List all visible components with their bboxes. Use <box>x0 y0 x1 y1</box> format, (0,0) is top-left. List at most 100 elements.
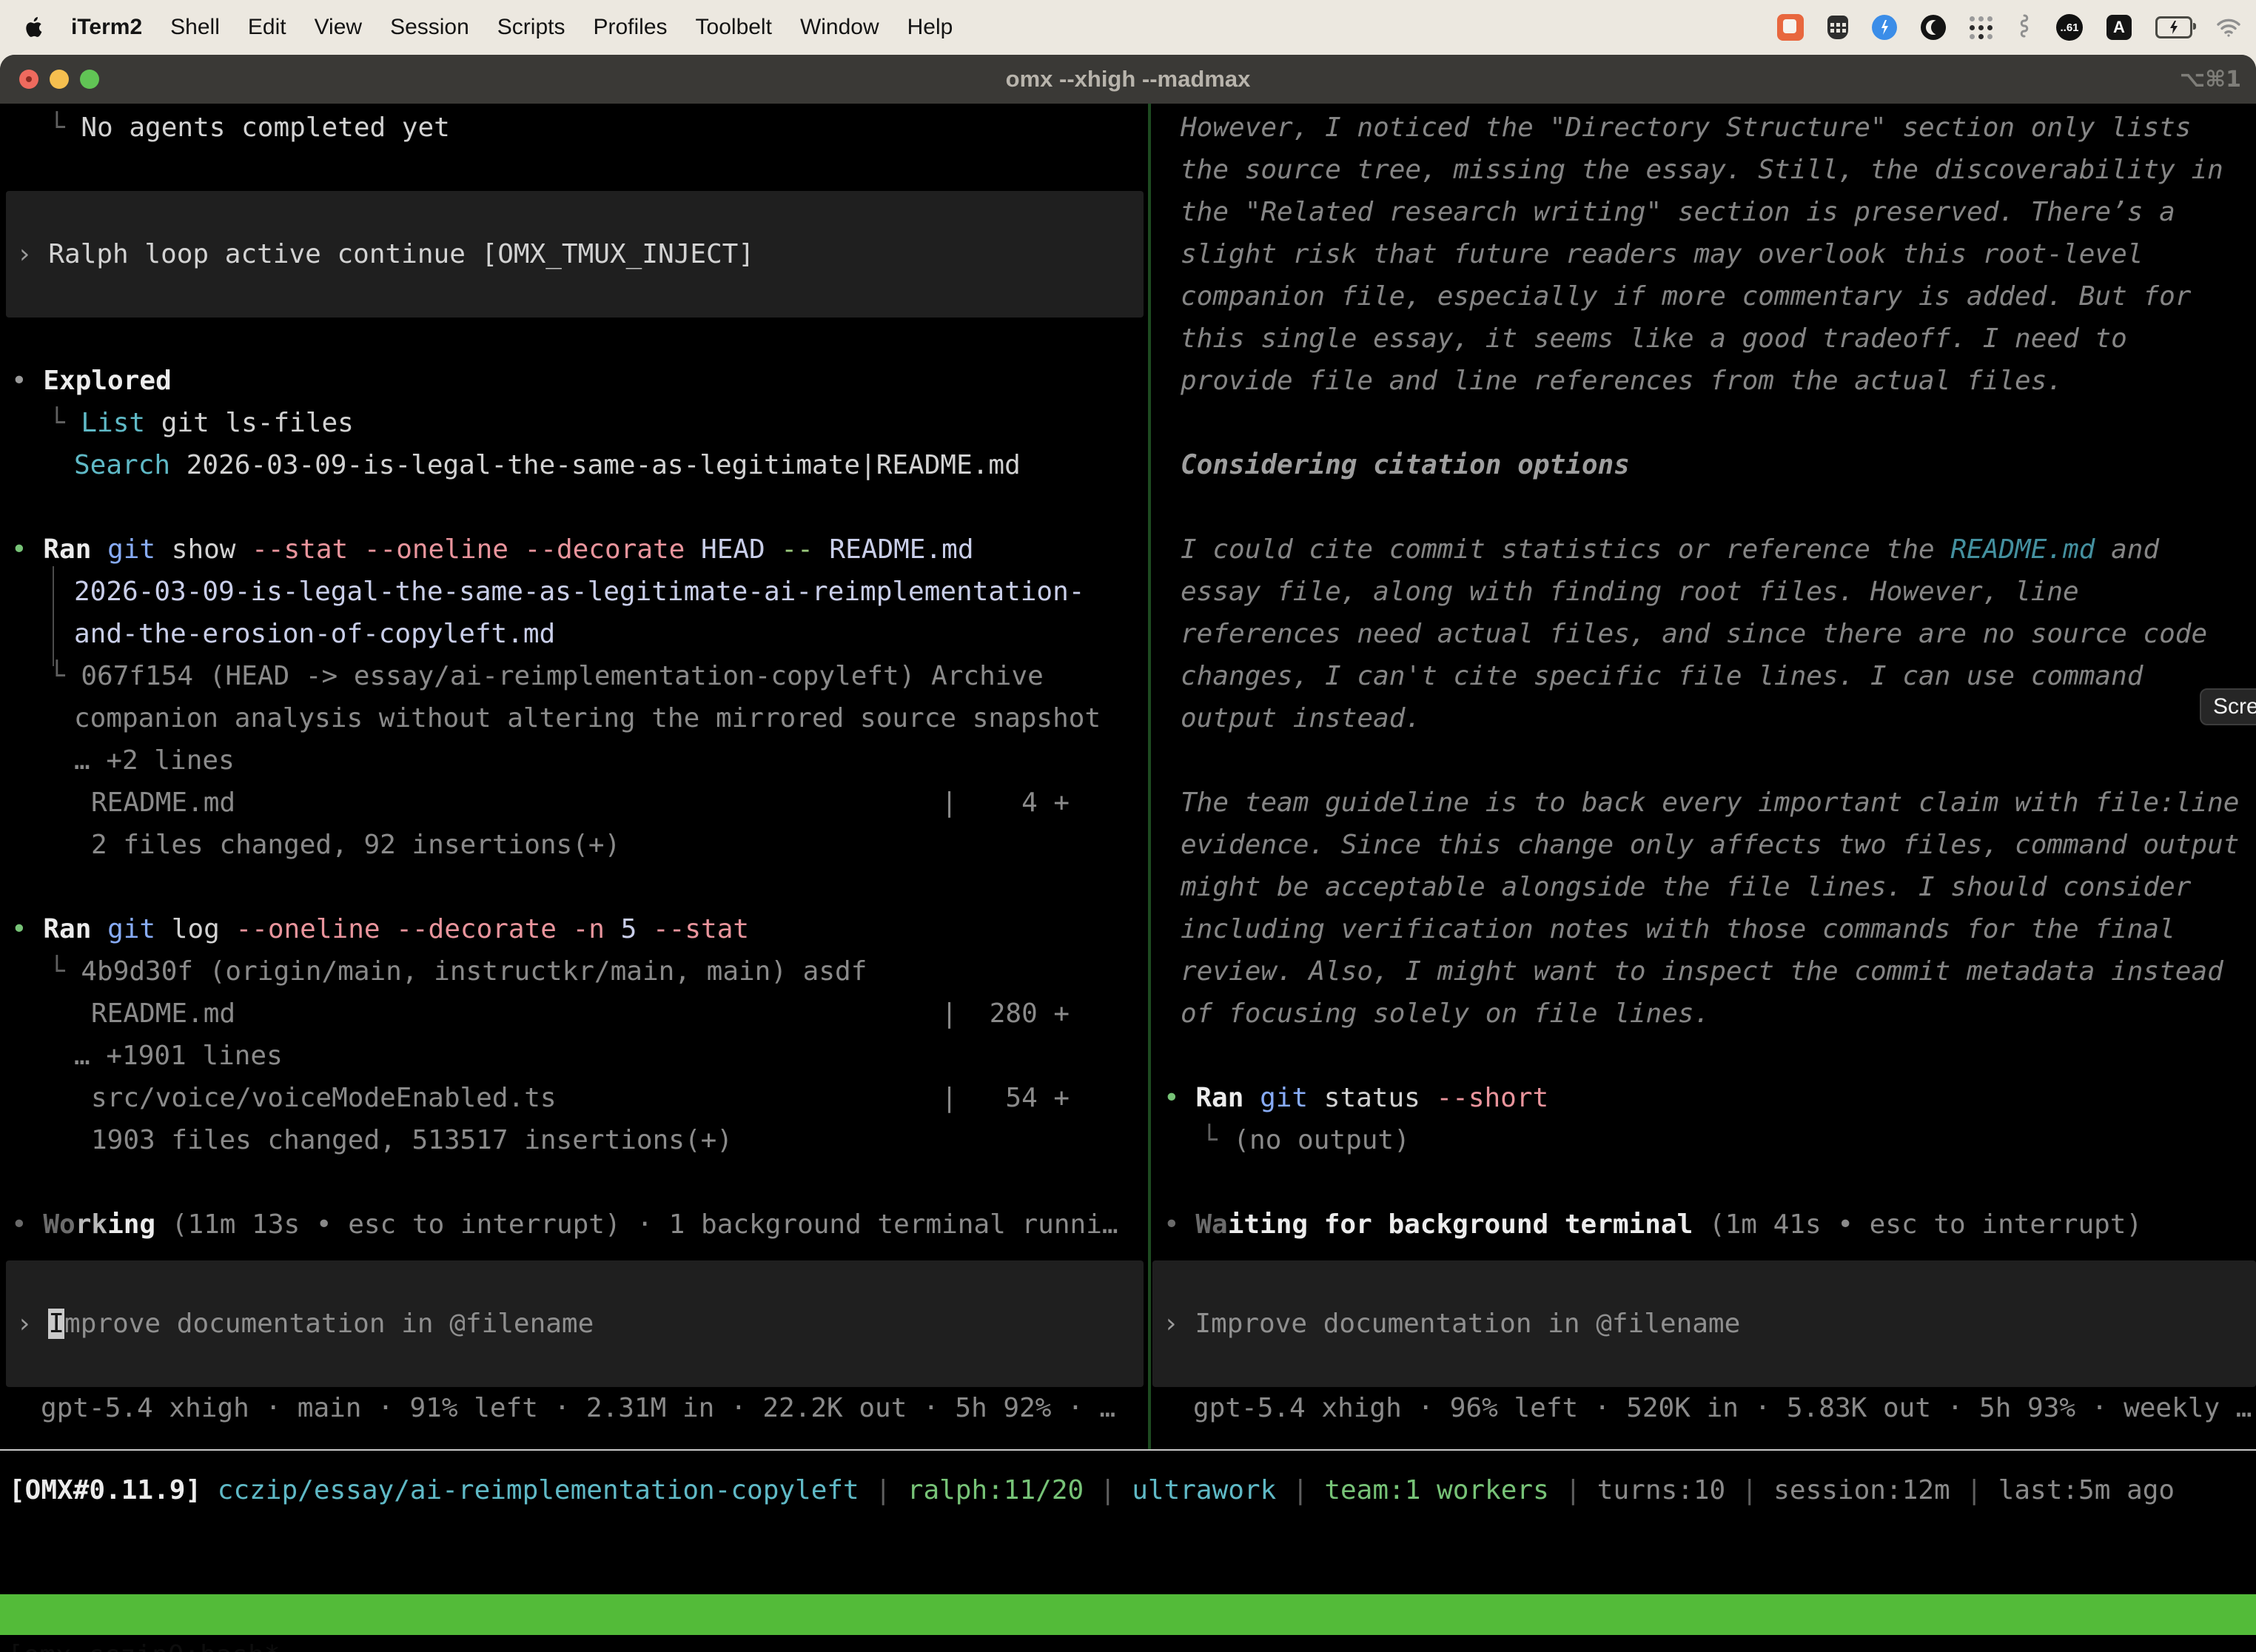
terminal-line: gpt-5.4 xhigh · main · 91% left · 2.31M … <box>0 1387 1149 1429</box>
terminal-line: • Working (11m 13s • esc to interrupt) ·… <box>0 1203 1149 1246</box>
right-agent-pane[interactable]: However, I noticed the "Directory Struct… <box>1152 104 2256 1429</box>
token: └ <box>49 113 81 143</box>
battery-icon[interactable] <box>2155 16 2192 38</box>
token: review. Also, I might want to inspect th… <box>1181 956 2223 987</box>
wifi-icon[interactable] <box>2216 18 2241 37</box>
token: └ <box>1201 1125 1233 1155</box>
token: … +2 lines <box>74 745 235 776</box>
prompt-line: › Ralph loop active continue [OMX_TMUX_I… <box>6 233 1144 275</box>
terminal-line: references need actual files, and since … <box>1152 613 2256 655</box>
tmux-session-label[interactable]: [omx-cczip0:bash* <box>7 1635 280 1652</box>
keyboard-a-icon[interactable]: A <box>2106 15 2132 40</box>
token: | <box>1725 1475 1773 1505</box>
token: Ralph loop active continue [OMX_TMUX_INJ… <box>48 239 754 269</box>
token: • <box>1164 1083 1195 1113</box>
macos-menu-bar: iTerm2 Shell Edit View Session Scripts Profil… <box>0 0 2256 55</box>
terminal-line: README.md | 4 + <box>0 782 1149 824</box>
menu-item-session[interactable]: Session <box>390 15 469 40</box>
terminal-line: provide file and line references from th… <box>1152 360 2256 402</box>
token: and <box>2095 534 2159 565</box>
token: iting for background terminal <box>1228 1209 1693 1240</box>
close-button[interactable] <box>19 70 38 89</box>
menu-item-scripts[interactable]: Scripts <box>497 15 565 40</box>
token: log <box>155 914 220 944</box>
terminal-line: └ (no output) <box>1152 1119 2256 1161</box>
terminal-line: • Ran git show --stat --oneline --decora… <box>0 528 1149 571</box>
blank-line <box>1152 1035 2256 1077</box>
menu-items: iTerm2 Shell Edit View Session Scripts Profil… <box>71 15 953 40</box>
terminal-line: 2 files changed, 92 insertions(+) <box>0 824 1149 866</box>
menu-item-edit[interactable]: Edit <box>248 15 286 40</box>
window-title-bar[interactable]: omx --xhigh --madmax ⌥⌘1 <box>0 55 2256 104</box>
terminal-line: essay file, along with finding root file… <box>1152 571 2256 613</box>
token: • <box>11 534 43 565</box>
apple-icon[interactable] <box>24 14 46 41</box>
menu-item-shell[interactable]: Shell <box>170 15 220 40</box>
blank-line <box>0 318 1149 360</box>
token: Considering citation options <box>1181 450 1630 480</box>
token: cczip/essay/ai-reimplementation-copyleft <box>218 1475 859 1505</box>
menu-item-view[interactable]: View <box>315 15 362 40</box>
tree-guide-line <box>53 566 54 666</box>
token: The team guideline is to back every impo… <box>1181 788 2239 818</box>
token: Ran <box>43 914 91 944</box>
left-agent-pane[interactable]: └ No agents completed yet› Ralph loop ac… <box>0 104 1149 1429</box>
terminal-line: The team guideline is to back every impo… <box>1152 782 2256 824</box>
terminal-line: • Ran git log --oneline --decorate -n 5 … <box>0 908 1149 950</box>
chat-icon[interactable] <box>1777 14 1804 41</box>
terminal-line: • Explored <box>0 360 1149 402</box>
terminal-line: └ 4b9d30f (origin/main, instructkr/main,… <box>0 950 1149 993</box>
token: Explored <box>43 366 171 396</box>
shield-grid-icon[interactable] <box>1827 16 1848 39</box>
token: 4b9d30f (origin/main, instructkr/main, m… <box>81 956 867 987</box>
prompt-input-box[interactable]: › Improve documentation in @filename <box>6 1260 1144 1387</box>
token: Wa <box>1195 1209 1227 1240</box>
token: the "Related research writing" section i… <box>1181 197 2175 227</box>
inject-banner[interactable]: › Ralph loop active continue [OMX_TMUX_I… <box>6 191 1144 318</box>
token: last:5m ago <box>1998 1475 2175 1505</box>
menu-item-toolbelt[interactable]: Toolbelt <box>696 15 772 40</box>
terminal-line: … +1901 lines <box>0 1035 1149 1077</box>
token: | <box>1549 1475 1597 1505</box>
token: and-the-erosion-of-copyleft.md <box>74 619 555 649</box>
minimize-button[interactable] <box>50 70 69 89</box>
token: companion file, especially if more comme… <box>1181 281 2191 312</box>
token: show <box>155 534 235 565</box>
terminal-line: the "Related research writing" section i… <box>1152 191 2256 233</box>
pane-divider[interactable] <box>1148 104 1151 1449</box>
token: mprove documentation in @filename <box>64 1309 594 1339</box>
token: README.md | 280 + <box>91 998 1070 1029</box>
token: (no output) <box>1233 1125 1409 1155</box>
terminal-line: companion analysis without altering the … <box>0 697 1149 739</box>
token: might be acceptable alongside the file l… <box>1181 872 2191 902</box>
terminal-line: the source tree, missing the essay. Stil… <box>1152 149 2256 191</box>
token: • <box>11 914 43 944</box>
badge-61-icon[interactable]: ..61 <box>2056 14 2083 41</box>
dots-grid-icon[interactable] <box>1970 16 1993 39</box>
terminal-line: I could cite commit statistics or refere… <box>1152 528 2256 571</box>
terminal-line: this single essay, it seems like a good … <box>1152 318 2256 360</box>
terminal-line: output instead. <box>1152 697 2256 739</box>
token: --stat <box>637 914 749 944</box>
tmux-status-bar: [omx-cczip0:bash* "MacBook-Pro-44.local"… <box>0 1594 2256 1635</box>
crescent-icon[interactable] <box>1921 15 1946 40</box>
token: gpt-5.4 xhigh · main · 91% left · 2.31M … <box>41 1393 1115 1423</box>
menu-item-help[interactable]: Help <box>907 15 953 40</box>
text-cursor: I <box>48 1309 64 1339</box>
token: README.md <box>813 534 974 565</box>
squiggle-icon[interactable] <box>2016 13 2032 41</box>
terminal-line: 1903 files changed, 513517 insertions(+) <box>0 1119 1149 1161</box>
blank-line <box>1152 402 2256 444</box>
zoom-button[interactable] <box>80 70 99 89</box>
terminal-line: changes, I can't cite specific file line… <box>1152 655 2256 697</box>
bolt-badge-icon[interactable] <box>1872 15 1897 40</box>
token: (11m 13s • esc to interrupt) · 1 backgro… <box>155 1209 1118 1240</box>
prompt-input-box[interactable]: › Improve documentation in @filename <box>1152 1260 2256 1387</box>
menu-item-app[interactable]: iTerm2 <box>71 15 142 40</box>
token: evidence. Since this change only affects… <box>1181 830 2239 860</box>
token: turns:10 <box>1597 1475 1725 1505</box>
menu-item-profiles[interactable]: Profiles <box>593 15 667 40</box>
token: | <box>1276 1475 1324 1505</box>
menu-item-window[interactable]: Window <box>800 15 879 40</box>
token: git <box>1243 1083 1308 1113</box>
